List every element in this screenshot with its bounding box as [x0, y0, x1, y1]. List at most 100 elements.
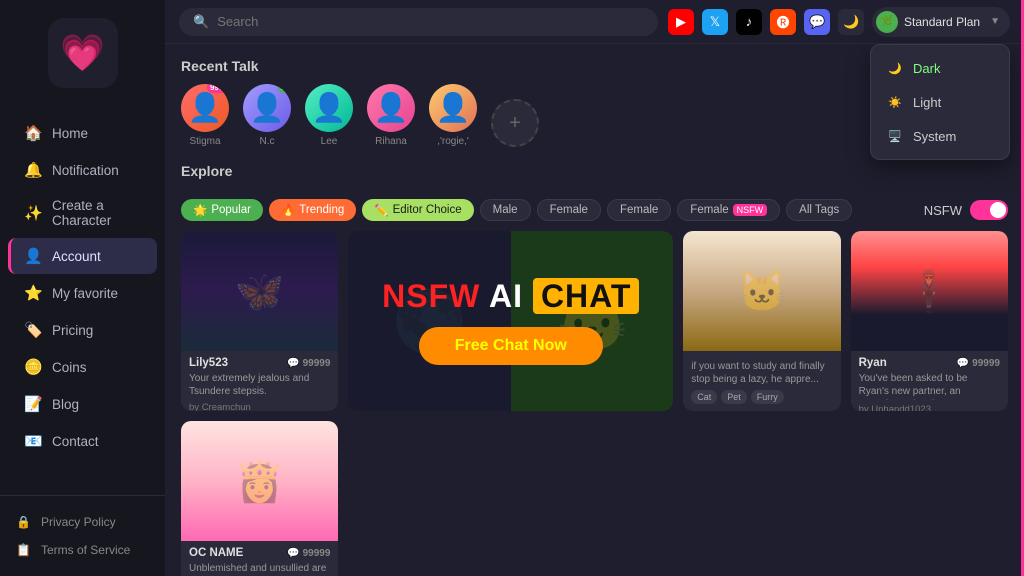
sidebar-item-label: Account	[52, 249, 101, 264]
favorite-icon: ⭐	[24, 284, 42, 302]
card-message-count: 💬 99999	[287, 548, 330, 559]
filter-male[interactable]: Male	[480, 199, 531, 221]
discord-icon[interactable]: 💬	[804, 9, 830, 35]
sidebar-item-blog[interactable]: 📝 Blog	[8, 386, 157, 422]
contact-icon: 📧	[24, 432, 42, 450]
filter-label: Trending	[299, 204, 344, 216]
nsfw-toggle-switch[interactable]	[970, 200, 1008, 220]
filter-label: Female	[620, 204, 658, 216]
light-icon: ☀️	[887, 94, 903, 110]
sidebar-item-my-favorite[interactable]: ⭐ My favorite	[8, 275, 157, 311]
dropdown-item-dark[interactable]: 🌙 Dark	[871, 51, 1009, 85]
header-icons: ▶ 𝕏 ♪ 🅡 💬 🌙 🌿 Standard Plan ▼	[668, 7, 1010, 37]
avatar-image: 👤	[367, 84, 415, 132]
avatar-badge: 12	[278, 84, 291, 93]
card-character-name: Lily523	[189, 357, 228, 369]
filter-editor[interactable]: ✏️ Editor Choice	[362, 199, 473, 221]
sidebar-item-account[interactable]: 👤 Account	[8, 238, 157, 274]
card-image: 🦋	[181, 231, 338, 351]
filter-female1[interactable]: Female	[537, 199, 601, 221]
system-icon: 🖥️	[887, 128, 903, 144]
home-icon: 🏠	[24, 124, 42, 142]
sidebar: 💗 🏠 Home 🔔 Notification ✨ Create a Chara…	[0, 0, 165, 576]
account-icon: 👤	[24, 247, 42, 265]
filter-female-nsfw[interactable]: Female NSFW	[677, 199, 780, 221]
sidebar-item-coins[interactable]: 🪙 Coins	[8, 349, 157, 385]
sidebar-item-pricing[interactable]: 🏷️ Pricing	[8, 312, 157, 348]
card-description: Unblemished and unsullied are the princi…	[189, 562, 330, 576]
pricing-icon: 🏷️	[24, 321, 42, 339]
card-body: Lily523 💬 99999 Your extremely jealous a…	[181, 351, 338, 411]
card-ryan[interactable]: 🕴️ Ryan 💬 99999 You've been asked to be …	[851, 231, 1008, 411]
tag-furry: Furry	[751, 390, 784, 404]
filter-label: Popular	[211, 204, 251, 216]
twitter-icon[interactable]: 𝕏	[702, 9, 728, 35]
card-description: You've been asked to be Ryan's new partn…	[859, 372, 1000, 400]
card-name-row: OC NAME 💬 99999	[189, 547, 330, 559]
reddit-icon[interactable]: 🅡	[770, 9, 796, 35]
coins-icon: 🪙	[24, 358, 42, 376]
promo-text-overlay: NSFW AI CHAT Free Chat Now	[348, 231, 673, 411]
avatar-nc[interactable]: 12 👤 N.c	[243, 84, 291, 147]
avatar-stigma[interactable]: 999+ 👤 Stigma	[181, 84, 229, 147]
card-body: OC NAME 💬 99999 Unblemished and unsullie…	[181, 541, 338, 576]
dropdown-item-system[interactable]: 🖥️ System	[871, 119, 1009, 153]
sidebar-item-label: Contact	[52, 434, 99, 449]
avatar-label: ,'rogie,'	[437, 136, 469, 147]
header: 🔍 ▶ 𝕏 ♪ 🅡 💬 🌙 🌿 Standard Plan ▼	[165, 0, 1024, 44]
sidebar-item-label: My favorite	[52, 286, 118, 301]
card-description: if you want to study and finally stop be…	[691, 360, 832, 386]
chevron-down-icon: ▼	[990, 16, 1000, 27]
sidebar-item-contact[interactable]: 📧 Contact	[8, 423, 157, 459]
sidebar-item-create-character[interactable]: ✨ Create a Character	[8, 189, 157, 237]
plan-badge[interactable]: 🌿 Standard Plan ▼	[872, 7, 1010, 37]
dark-icon: 🌙	[887, 60, 903, 76]
filter-label: All Tags	[799, 204, 839, 216]
dropdown-item-light[interactable]: ☀️ Light	[871, 85, 1009, 119]
tiktok-icon[interactable]: ♪	[736, 9, 762, 35]
tag-pet: Pet	[721, 390, 747, 404]
promo-button[interactable]: Free Chat Now	[419, 327, 603, 365]
search-bar[interactable]: 🔍	[179, 8, 658, 36]
search-input[interactable]	[217, 14, 644, 29]
count-value: 99999	[972, 358, 1000, 369]
footer-terms[interactable]: 📋 Terms of Service	[8, 536, 157, 564]
theme-dropdown: 🌙 Dark ☀️ Light 🖥️ System	[870, 44, 1010, 160]
filter-female2[interactable]: Female	[607, 199, 671, 221]
dropdown-label: Light	[913, 95, 941, 110]
avatar: 🌿	[876, 11, 898, 33]
card-oc-name[interactable]: 👸 OC NAME 💬 99999 Unblemished and unsull…	[181, 421, 338, 576]
filter-trending[interactable]: 🔥 Trending	[269, 199, 356, 221]
filter-label: Editor Choice	[393, 204, 462, 216]
promo-card[interactable]: 🌑 🐱 NSFW AI CHAT Free Chat Now	[348, 231, 673, 411]
search-icon: 🔍	[193, 14, 209, 30]
youtube-icon[interactable]: ▶	[668, 9, 694, 35]
card-image: 🐱	[683, 231, 840, 351]
filter-all-tags[interactable]: All Tags	[786, 199, 852, 221]
sidebar-footer: 🔒 Privacy Policy 📋 Terms of Service	[0, 495, 165, 576]
avatar-lee[interactable]: 👤 Lee	[305, 84, 353, 147]
editor-icon: ✏️	[374, 203, 388, 217]
card-body: if you want to study and finally stop be…	[683, 351, 840, 410]
nsfw-badge: NSFW	[733, 204, 768, 216]
dropdown-label: System	[913, 129, 956, 144]
sidebar-item-label: Notification	[52, 163, 119, 178]
avatar-label: Lee	[321, 136, 338, 147]
avatar-rihana[interactable]: 👤 Rihana	[367, 84, 415, 147]
theme-icon[interactable]: 🌙	[838, 9, 864, 35]
sidebar-item-notification[interactable]: 🔔 Notification	[8, 152, 157, 188]
plan-label: Standard Plan	[904, 15, 980, 29]
card-message-count: 💬 99999	[957, 358, 1000, 369]
sidebar-item-label: Coins	[52, 360, 87, 375]
sidebar-item-home[interactable]: 🏠 Home	[8, 115, 157, 151]
add-avatar-button[interactable]: +	[491, 99, 539, 147]
card-name-row: Lily523 💬 99999	[189, 357, 330, 369]
card-tags: Cat Pet Furry	[691, 390, 832, 404]
filter-popular[interactable]: 🌟 Popular	[181, 199, 263, 221]
avatar-rogie[interactable]: 👤 ,'rogie,'	[429, 84, 477, 147]
card-lily523[interactable]: 🦋 Lily523 💬 99999 Your extremely jealous…	[181, 231, 338, 411]
nsfw-toggle-label: NSFW	[924, 203, 962, 218]
logo: 💗	[0, 0, 165, 106]
card-gun[interactable]: 🐱 if you want to study and finally stop …	[683, 231, 840, 411]
footer-privacy[interactable]: 🔒 Privacy Policy	[8, 508, 157, 536]
